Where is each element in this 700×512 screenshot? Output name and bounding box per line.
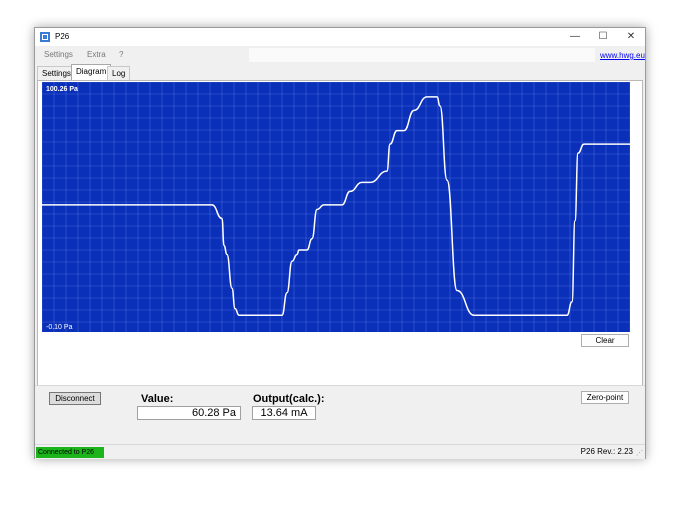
- menu-spacer: [249, 48, 595, 62]
- tab-strip: Settings Diagram Log: [35, 64, 645, 81]
- revision-label: P26 Rev.: 2.23: [580, 447, 633, 456]
- output-label: Output(calc.):: [253, 393, 325, 405]
- disconnect-button[interactable]: Disconnect: [49, 392, 101, 405]
- value-display: 60.28 Pa: [137, 406, 241, 420]
- minimize-button[interactable]: —: [561, 28, 589, 46]
- y-min-label: -0.10 Pa: [46, 324, 73, 331]
- zero-point-button[interactable]: Zero-point: [581, 391, 629, 404]
- resize-grip-icon[interactable]: ⋰: [636, 449, 643, 457]
- menu-settings[interactable]: Settings: [44, 50, 73, 59]
- y-max-label: 100.26 Pa: [46, 86, 78, 93]
- status-bar: Connected to P26 P26 Rev.: 2.23 ⋰: [35, 444, 645, 459]
- separator: [35, 385, 645, 386]
- window-title: P26: [55, 32, 70, 41]
- website-link[interactable]: www.hwg.eu: [600, 51, 645, 60]
- output-display: 13.64 mA: [252, 406, 316, 420]
- chart-background: [42, 82, 630, 332]
- value-label: Value:: [141, 393, 174, 405]
- app-icon: [40, 32, 50, 42]
- menu-extra[interactable]: Extra: [87, 50, 106, 59]
- tab-diagram[interactable]: Diagram: [71, 64, 112, 81]
- menu-help[interactable]: ?: [119, 50, 123, 59]
- pressure-chart: 100.26 Pa -0.10 Pa: [42, 82, 630, 332]
- title-bar: P26 — ☐ ✕: [35, 28, 645, 46]
- clear-button[interactable]: Clear: [581, 334, 629, 347]
- connection-status: Connected to P26: [36, 447, 104, 458]
- app-window: P26 — ☐ ✕ Settings Extra ? www.hwg.eu Se…: [34, 27, 646, 459]
- tab-log[interactable]: Log: [107, 66, 131, 80]
- close-button[interactable]: ✕: [617, 28, 645, 46]
- maximize-button[interactable]: ☐: [589, 28, 617, 46]
